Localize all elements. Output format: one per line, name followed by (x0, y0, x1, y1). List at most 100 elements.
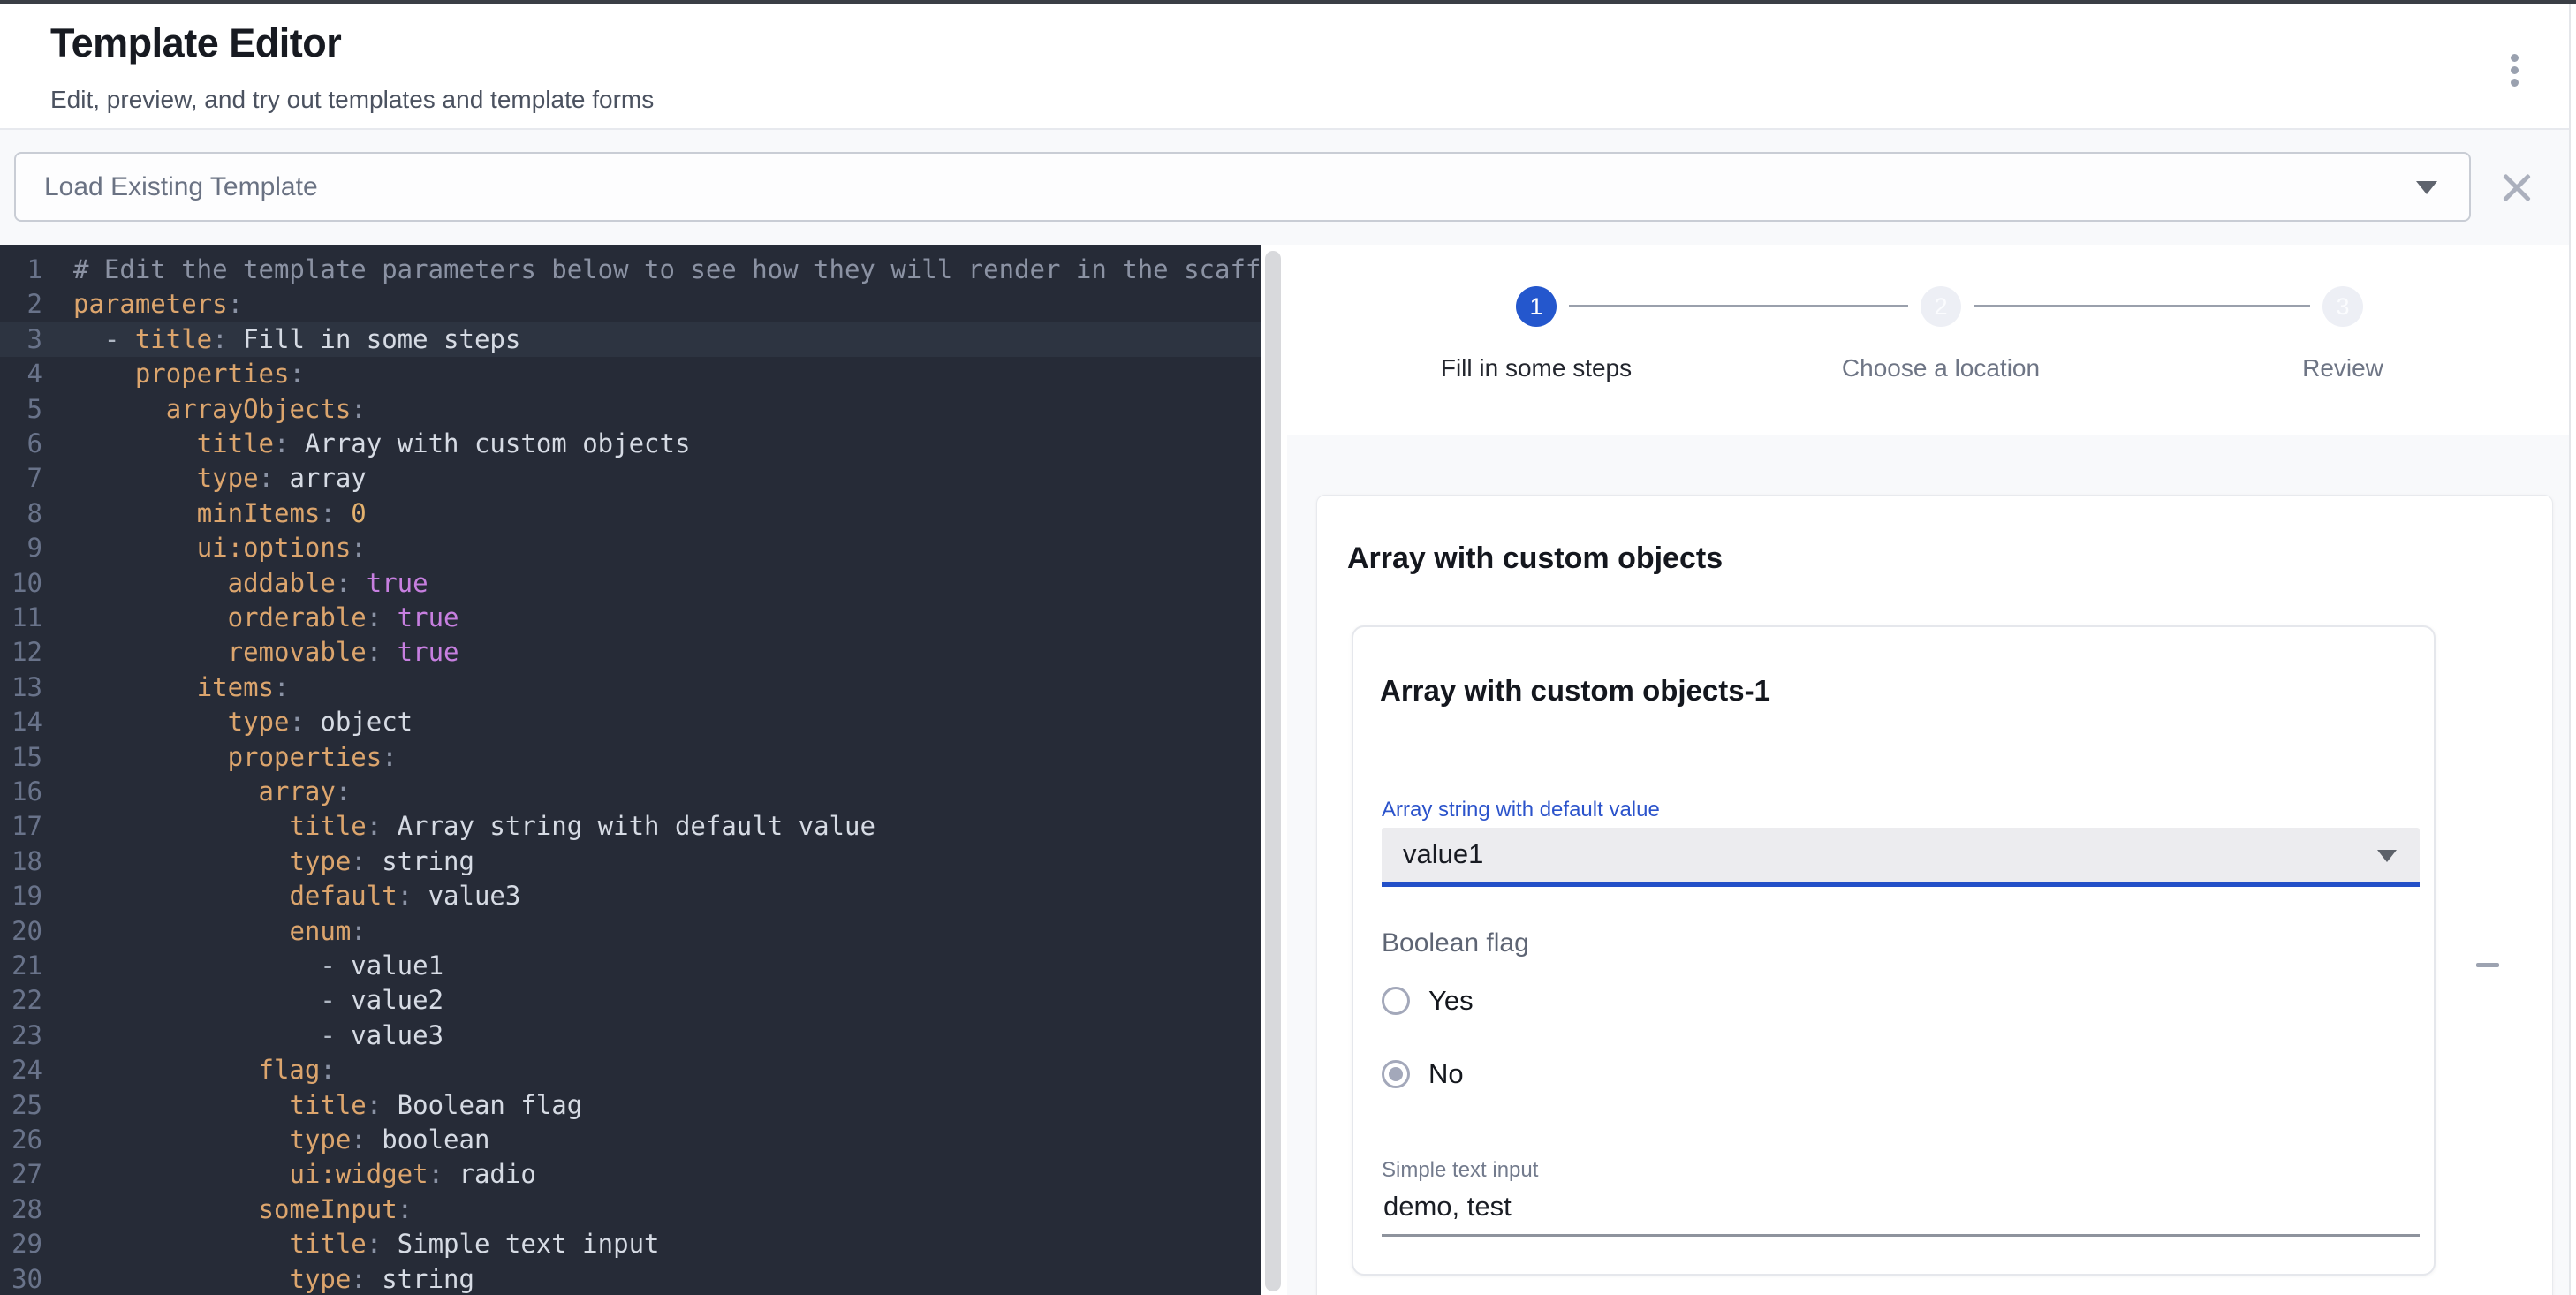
code-line[interactable]: 14 type: object (0, 704, 1261, 739)
code-line[interactable]: 8 minItems: 0 (0, 496, 1261, 531)
code-line[interactable]: 23 - value3 (0, 1018, 1261, 1053)
code-line[interactable]: 11 orderable: true (0, 600, 1261, 635)
code-line[interactable]: 16 array: (0, 774, 1261, 809)
code-line[interactable]: 25 title: Boolean flag (0, 1087, 1261, 1123)
line-number: 20 (0, 913, 42, 949)
code-line[interactable]: 13 items: (0, 670, 1261, 705)
code-line[interactable]: 15 properties: (0, 739, 1261, 775)
code-line[interactable]: 1 # Edit the template parameters below to… (0, 252, 1261, 287)
code-line[interactable]: 17 title: Array string with default valu… (0, 808, 1261, 844)
code-line[interactable]: 26 type: boolean (0, 1122, 1261, 1157)
code-text: ui:options: (73, 533, 367, 563)
line-number: 27 (0, 1156, 42, 1192)
line-number: 1 (0, 252, 42, 287)
line-number: 24 (0, 1052, 42, 1087)
array-string-select[interactable]: value1 (1382, 828, 2420, 887)
page-title: Template Editor (50, 20, 341, 66)
simple-text-input[interactable]: demo, test (1383, 1191, 1512, 1223)
code-text: default: value3 (73, 881, 520, 911)
line-number: 16 (0, 774, 42, 809)
editor-scrollbar-thumb[interactable] (1265, 251, 1281, 1291)
code-text: addable: true (73, 568, 428, 598)
code-line[interactable]: 7 type: array (0, 460, 1261, 496)
step-number-badge: 2 (1921, 286, 1961, 327)
caret-down-icon (2377, 850, 2397, 862)
code-line[interactable]: 29 title: Simple text input (0, 1226, 1261, 1261)
code-text: title: Array string with default value (73, 811, 875, 841)
line-number: 22 (0, 982, 42, 1018)
radio-group-label: Boolean flag (1382, 928, 1529, 958)
line-number: 29 (0, 1226, 42, 1261)
caret-down-icon (2416, 181, 2437, 194)
code-line[interactable]: 20 enum: (0, 913, 1261, 949)
remove-item-button[interactable] (2466, 943, 2509, 986)
code-line[interactable]: 30 type: string (0, 1261, 1261, 1295)
load-existing-template-select[interactable]: Load Existing Template (14, 152, 2471, 222)
code-line[interactable]: 22 - value2 (0, 982, 1261, 1018)
code-text: # Edit the template parameters below to … (73, 254, 1261, 284)
line-number: 25 (0, 1087, 42, 1123)
page-subtitle: Edit, preview, and try out templates and… (50, 86, 654, 114)
code-text: title: Array with custom objects (73, 428, 690, 458)
radio-checked-icon (1382, 1060, 1410, 1088)
code-text: parameters: (73, 289, 243, 319)
minus-icon (2476, 963, 2499, 967)
line-number: 26 (0, 1122, 42, 1157)
step-number-badge: 1 (1516, 286, 1557, 327)
clear-button[interactable] (2496, 167, 2537, 208)
code-line[interactable]: 9 ui:options: (0, 530, 1261, 565)
radio-group: Yes No (1382, 979, 1912, 1125)
code-text: type: object (73, 707, 413, 737)
step-label: Choose a location (1764, 354, 2118, 382)
code-line[interactable]: 18 type: string (0, 844, 1261, 879)
code-line[interactable]: 28 someInput: (0, 1192, 1261, 1227)
template-editor-page: Template Editor Edit, preview, and try o… (0, 0, 2576, 1295)
stepper-step-3[interactable]: 3 Review (2166, 286, 2519, 382)
radio-option-no[interactable]: No (1382, 1052, 1912, 1096)
code-text: properties: (73, 742, 398, 772)
stepper-step-1[interactable]: 1Fill in some steps (1360, 286, 1713, 382)
code-line[interactable]: 4 properties: (0, 356, 1261, 391)
more-options-button[interactable] (2491, 47, 2537, 93)
code-line[interactable]: 27 ui:widget: radio (0, 1156, 1261, 1192)
code-line[interactable]: 21 - value1 (0, 948, 1261, 983)
code-line[interactable]: 19 default: value3 (0, 878, 1261, 913)
stepper-step-2[interactable]: 2 Choose a location (1764, 286, 2118, 382)
preview-panel: 1Fill in some steps 2 Choose a location 3 Re… (1287, 245, 2569, 1295)
code-line[interactable]: 12 removable: true (0, 634, 1261, 670)
page-header: Template Editor Edit, preview, and try o… (0, 4, 2569, 130)
code-line[interactable]: 2 parameters: (0, 286, 1261, 322)
load-template-bar: Load Existing Template (0, 130, 2569, 245)
line-number: 18 (0, 844, 42, 879)
line-number: 30 (0, 1261, 42, 1295)
code-text: someInput: (73, 1194, 413, 1224)
line-number: 13 (0, 670, 42, 705)
code-text: arrayObjects: (73, 394, 367, 424)
code-line[interactable]: 24 flag: (0, 1052, 1261, 1087)
line-number: 2 (0, 286, 42, 322)
code-text: array: (73, 776, 351, 807)
line-number: 21 (0, 948, 42, 983)
form-section-title: Array with custom objects (1347, 541, 1723, 576)
line-number: 5 (0, 391, 42, 427)
line-number: 4 (0, 356, 42, 391)
radio-option-label: Yes (1428, 985, 1474, 1017)
code-text: type: boolean (73, 1125, 489, 1155)
editor-scrollbar-track[interactable] (1261, 245, 1287, 1295)
code-line[interactable]: 5 arrayObjects: (0, 391, 1261, 427)
code-line[interactable]: 10 addable: true (0, 565, 1261, 601)
step-label: Review (2166, 354, 2519, 382)
form-card: Array with custom objects Array with cus… (1316, 495, 2553, 1295)
step-number-badge: 3 (2322, 286, 2363, 327)
array-item-title: Array with custom objects-1 (1380, 674, 1770, 708)
text-field-label: Simple text input (1382, 1158, 1538, 1183)
yaml-code-editor[interactable]: 1 # Edit the template parameters below to… (0, 245, 1261, 1295)
code-line[interactable]: 6 title: Array with custom objects (0, 426, 1261, 461)
code-text: properties: (73, 359, 305, 389)
line-number: 8 (0, 496, 42, 531)
code-text: enum: (73, 916, 367, 946)
code-line[interactable]: 3 - title: Fill in some steps (0, 322, 1261, 357)
radio-option-yes[interactable]: Yes (1382, 979, 1912, 1023)
page-right-border (2569, 4, 2571, 1295)
line-number: 15 (0, 739, 42, 775)
